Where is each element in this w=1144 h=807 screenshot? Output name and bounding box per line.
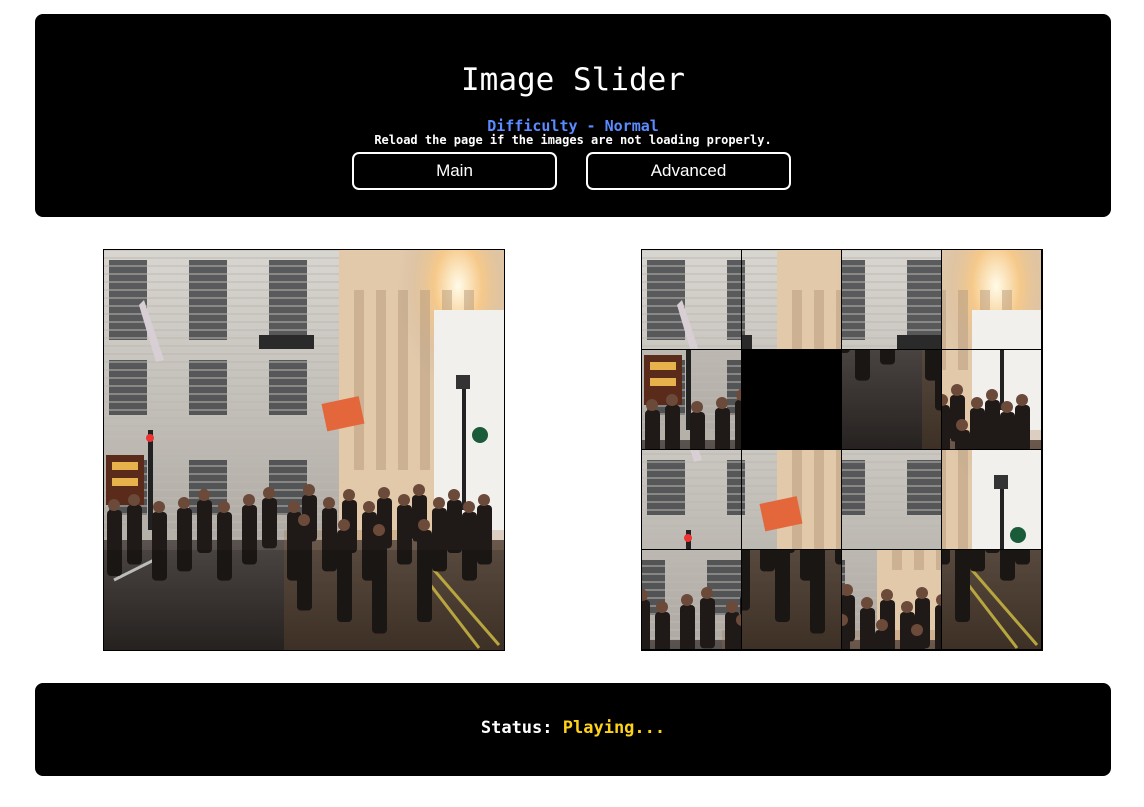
reload-note: Reload the page if the images are not lo… — [374, 133, 772, 147]
empty-tile — [742, 350, 841, 449]
puzzle-tile[interactable] — [842, 250, 941, 349]
status-label: Status: — [480, 718, 553, 738]
puzzle-tile[interactable] — [942, 350, 1041, 449]
puzzle-tile[interactable] — [942, 250, 1041, 349]
header-panel: Image Slider Difficulty - Normal Reload … — [35, 14, 1111, 217]
status-panel: Status: Playing... — [35, 683, 1111, 776]
puzzle-tile[interactable] — [842, 350, 941, 449]
reference-image — [103, 249, 505, 651]
puzzle-tile[interactable] — [742, 450, 841, 549]
puzzle-tile[interactable] — [842, 450, 941, 549]
puzzle-tile[interactable] — [642, 350, 741, 449]
puzzle-tile[interactable] — [642, 450, 741, 549]
puzzle-board — [641, 249, 1043, 651]
status-value: Playing... — [562, 718, 666, 738]
puzzle-tile[interactable] — [642, 250, 741, 349]
page-title: Image Slider — [461, 62, 685, 98]
puzzle-tile[interactable] — [742, 550, 841, 649]
puzzle-tile[interactable] — [942, 550, 1041, 649]
status-text: Status: Playing... — [35, 718, 1111, 738]
main-button[interactable]: Main — [352, 152, 557, 190]
advanced-button[interactable]: Advanced — [586, 152, 791, 190]
puzzle-tile[interactable] — [742, 250, 841, 349]
puzzle-tile[interactable] — [842, 550, 941, 649]
puzzle-tile[interactable] — [942, 450, 1041, 549]
puzzle-tile[interactable] — [642, 550, 741, 649]
